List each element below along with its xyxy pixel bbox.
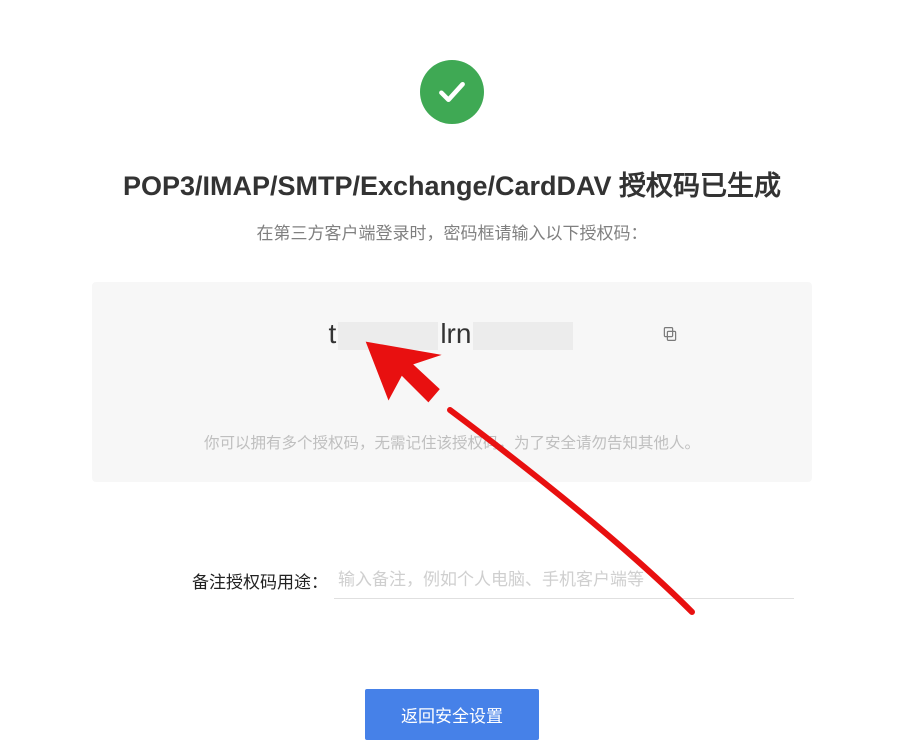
success-check-icon (420, 60, 484, 124)
auth-code-panel: t lrn 你可以拥有多个授权码，无需记住该授权码，为了安全请勿告知其他人。 (92, 282, 812, 482)
page-subtitle: 在第三方客户端登录时，密码框请输入以下授权码： (257, 219, 648, 244)
copy-icon (661, 325, 679, 343)
remark-row: 备注授权码用途： (92, 562, 812, 599)
back-to-security-button[interactable]: 返回安全设置 (365, 689, 539, 740)
copy-button[interactable] (658, 322, 682, 346)
page-title: POP3/IMAP/SMTP/Exchange/CardDAV 授权码已生成 (123, 164, 781, 203)
remark-input[interactable] (334, 562, 794, 599)
code-mid: lrn (440, 318, 471, 349)
redacted-segment (338, 322, 438, 350)
redacted-segment (473, 322, 573, 350)
remark-label: 备注授权码用途： (192, 568, 328, 593)
code-prefix: t (329, 318, 337, 349)
auth-code-row: t lrn (92, 318, 812, 350)
auth-code-hint: 你可以拥有多个授权码，无需记住该授权码，为了安全请勿告知其他人。 (184, 430, 720, 458)
auth-code-text: t lrn (329, 318, 576, 350)
